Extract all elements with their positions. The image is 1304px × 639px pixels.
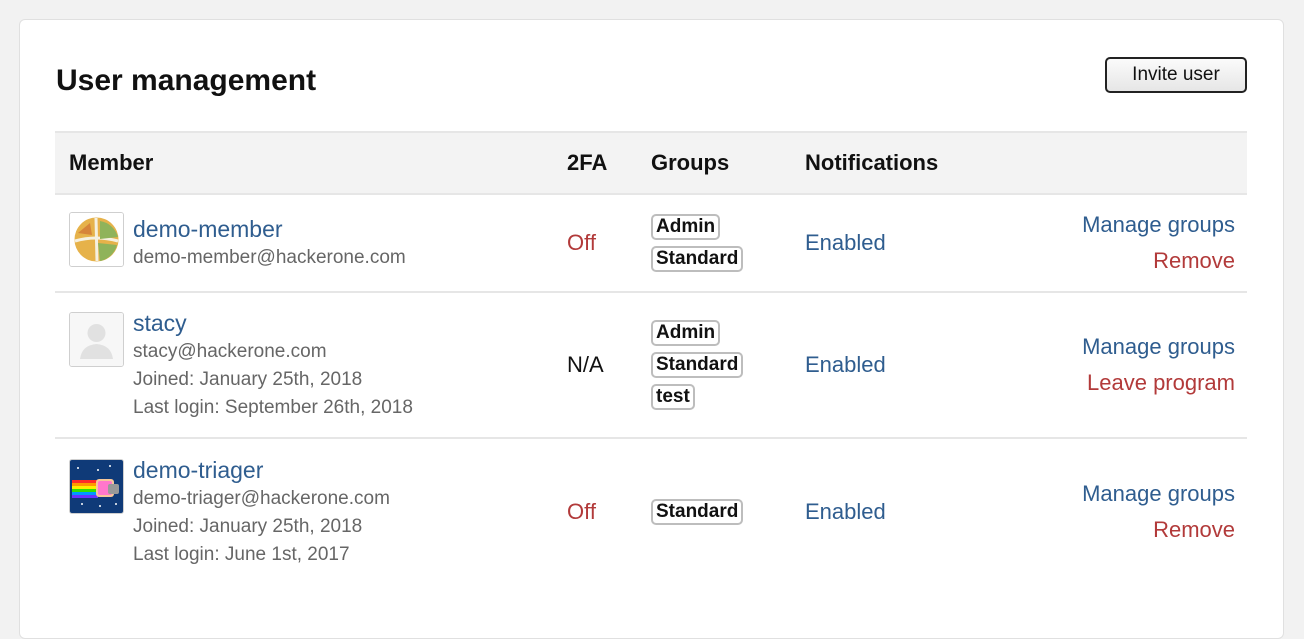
remove-link[interactable]: Remove: [1045, 243, 1235, 279]
group-badge: test: [651, 384, 695, 410]
twofa-status: Off: [567, 230, 596, 255]
avatar: [69, 458, 124, 514]
group-badge: Admin: [651, 214, 721, 240]
group-badge: Standard: [651, 498, 744, 525]
member-info: stacy stacy@hackerone.com Joined: Januar…: [69, 308, 553, 422]
header-2fa: 2FA: [553, 131, 637, 195]
nyan-cat-avatar-image: [70, 459, 123, 513]
group-badge: Standard: [651, 246, 744, 272]
member-name[interactable]: demo-member: [133, 214, 406, 244]
member-last-login: Last login: September 26th, 2018: [133, 397, 413, 418]
member-info: demo-member demo-member@hackerone.com: [69, 212, 553, 272]
member-joined: Joined: January 25th, 2018: [133, 369, 363, 390]
member-name[interactable]: stacy: [133, 308, 413, 338]
header-member: Member: [55, 131, 553, 195]
invite-user-button[interactable]: Invite user: [1105, 57, 1247, 93]
notifications-status[interactable]: Enabled: [791, 292, 1031, 438]
notifications-status[interactable]: Enabled: [791, 194, 1031, 292]
user-management-card: User management Invite user Member 2FA G…: [19, 19, 1284, 639]
page-title: User management: [56, 64, 317, 97]
group-list: Standard: [651, 496, 791, 528]
member-last-login: Last login: June 1st, 2017: [133, 543, 350, 565]
members-table: Member 2FA Groups Notifications demo-mem…: [55, 131, 1247, 584]
remove-link[interactable]: Remove: [1045, 512, 1235, 548]
member-email: demo-member@hackerone.com: [133, 247, 406, 268]
twofa-status: N/A: [567, 352, 604, 377]
group-list: Admin Standard test: [651, 317, 791, 413]
table-row: stacy stacy@hackerone.com Joined: Januar…: [55, 292, 1247, 438]
notifications-status[interactable]: Enabled: [791, 438, 1031, 584]
avatar: [69, 212, 124, 267]
header-actions: [1031, 131, 1247, 195]
member-email: demo-triager@hackerone.com: [133, 487, 390, 509]
header-notifications: Notifications: [791, 131, 1031, 195]
manage-groups-link[interactable]: Manage groups: [1045, 476, 1235, 512]
table-header-row: Member 2FA Groups Notifications: [55, 131, 1247, 195]
table-row: demo-triager demo-triager@hackerone.com …: [55, 438, 1247, 584]
group-badge: Standard: [651, 352, 744, 378]
twofa-status: Off: [567, 498, 596, 524]
leave-program-link[interactable]: Leave program: [1045, 365, 1235, 401]
member-email: stacy@hackerone.com: [133, 341, 327, 362]
manage-groups-link[interactable]: Manage groups: [1045, 329, 1235, 365]
header-groups: Groups: [637, 131, 791, 195]
group-badge: Admin: [651, 320, 721, 346]
group-list: Admin Standard: [651, 211, 791, 275]
avatar: [69, 312, 124, 367]
member-name[interactable]: demo-triager: [133, 455, 390, 485]
table-row: demo-member demo-member@hackerone.com Of…: [55, 194, 1247, 292]
member-joined: Joined: January 25th, 2018: [133, 515, 363, 537]
avatar-image: [70, 213, 123, 266]
member-info: demo-triager demo-triager@hackerone.com …: [69, 455, 553, 569]
manage-groups-link[interactable]: Manage groups: [1045, 207, 1235, 243]
default-avatar-icon: [70, 313, 123, 366]
